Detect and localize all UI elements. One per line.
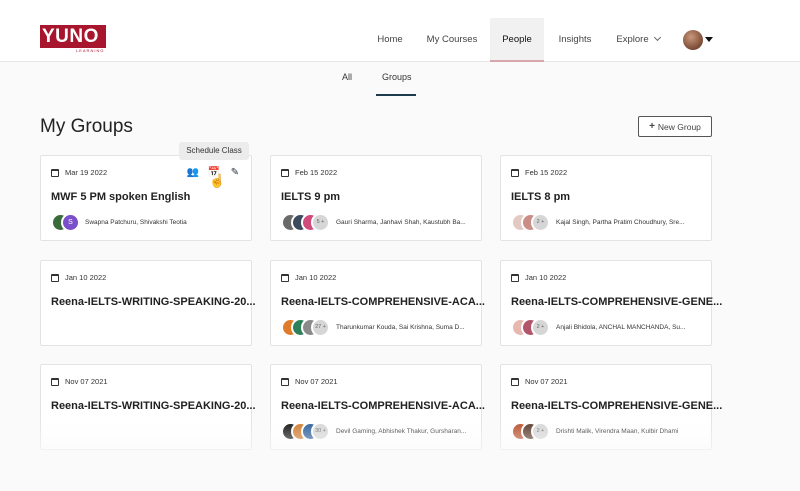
member-names: Kajal Singh, Partha Pratim Choudhury, Sr… bbox=[556, 218, 685, 226]
member-names: Anjali Bhidola, ANCHAL MANCHANDA, Su... bbox=[556, 323, 686, 331]
card-date: Mar 19 2022 bbox=[65, 168, 108, 177]
plus-icon: + bbox=[649, 121, 655, 132]
group-card[interactable]: Nov 07 2021 Reena-IELTS-WRITING-SPEAKING… bbox=[40, 364, 256, 450]
chevron-down-icon bbox=[653, 33, 661, 42]
calendar-icon bbox=[281, 168, 289, 177]
group-card[interactable]: Nov 07 2021 Reena-IELTS-COMPREHENSIVE-AC… bbox=[270, 364, 485, 450]
calendar-icon bbox=[511, 377, 519, 386]
page-title: My Groups bbox=[40, 116, 133, 137]
member-names: Swapna Patchuru, Shivakshi Teotia bbox=[85, 218, 187, 226]
member-names: Tharunkumar Kouda, Sai Krishna, Suma D..… bbox=[336, 323, 465, 331]
calendar-icon bbox=[281, 273, 289, 282]
card-members: 2 + Drishti Malik, Virendra Maan, Kulbir… bbox=[511, 421, 678, 441]
card-title: Reena-IELTS-COMPREHENSIVE-ACA... bbox=[281, 400, 485, 412]
schedule-class-tooltip: Schedule Class bbox=[179, 142, 249, 160]
logo-subtext: LEARNING bbox=[76, 48, 105, 53]
card-title: Reena-IELTS-WRITING-SPEAKING-20... bbox=[51, 400, 256, 412]
card-members: S Swapna Patchuru, Shivakshi Teotia bbox=[51, 212, 187, 232]
edit-icon[interactable]: ✎ bbox=[229, 166, 241, 178]
members-icon[interactable]: 👥 bbox=[187, 166, 199, 178]
more-members-badge: 2 + bbox=[531, 212, 550, 232]
calendar-icon bbox=[511, 168, 519, 177]
card-title: IELTS 8 pm bbox=[511, 191, 571, 203]
card-members: 5 + Gauri Sharma, Janhavi Shah, Kaustubh… bbox=[281, 212, 466, 232]
user-avatar[interactable] bbox=[683, 30, 703, 50]
group-card[interactable]: Nov 07 2021 Reena-IELTS-COMPREHENSIVE-GE… bbox=[500, 364, 722, 450]
card-title: Reena-IELTS-COMPREHENSIVE-ACA... bbox=[281, 296, 485, 308]
card-title: IELTS 9 pm bbox=[281, 191, 341, 203]
card-date: Feb 15 2022 bbox=[295, 168, 338, 177]
card-members: 30 + Devil Gaming, Abhishek Thakur, Gurs… bbox=[281, 421, 466, 441]
card-members: 27 + Tharunkumar Kouda, Sai Krishna, Sum… bbox=[281, 317, 465, 337]
card-date: Jan 10 2022 bbox=[525, 273, 567, 282]
card-members: 2 + Kajal Singh, Partha Pratim Choudhury… bbox=[511, 212, 685, 232]
calendar-icon bbox=[51, 377, 59, 386]
logo-text: YUNO bbox=[40, 25, 106, 48]
more-members-badge: 5 + bbox=[311, 212, 330, 232]
member-names: Drishti Malik, Virendra Maan, Kulbir Dha… bbox=[556, 427, 679, 435]
group-card[interactable]: Mar 19 2022 👥 📅 ✎ MWF 5 PM spoken Englis… bbox=[40, 155, 252, 241]
more-members-badge: 2 + bbox=[531, 317, 550, 337]
card-title: Reena-IELTS-COMPREHENSIVE-GENE... bbox=[511, 296, 723, 308]
card-date: Nov 07 2021 bbox=[65, 377, 108, 386]
active-tab-indicator bbox=[376, 94, 416, 96]
nav-explore[interactable]: Explore bbox=[610, 18, 666, 62]
card-date: Jan 10 2022 bbox=[295, 273, 337, 282]
group-card[interactable]: Jan 10 2022 Reena-IELTS-WRITING-SPEAKING… bbox=[40, 260, 256, 346]
calendar-icon bbox=[281, 377, 289, 386]
more-members-badge: 2 + bbox=[531, 421, 550, 441]
group-card[interactable]: Jan 10 2022 Reena-IELTS-COMPREHENSIVE-AC… bbox=[270, 260, 485, 346]
group-card[interactable]: Feb 15 2022 IELTS 8 pm 2 + Kajal Singh, … bbox=[500, 155, 712, 241]
caret-down-icon[interactable] bbox=[705, 37, 713, 42]
card-title: Reena-IELTS-COMPREHENSIVE-GENE... bbox=[511, 400, 723, 412]
more-members-badge: 30 + bbox=[311, 421, 330, 441]
more-members-badge: 27 + bbox=[311, 317, 330, 337]
subtab-groups[interactable]: Groups bbox=[382, 72, 412, 82]
nav-home[interactable]: Home bbox=[368, 18, 412, 62]
card-date: Nov 07 2021 bbox=[525, 377, 568, 386]
card-date: Nov 07 2021 bbox=[295, 377, 338, 386]
member-names: Gauri Sharma, Janhavi Shah, Kaustubh Ba.… bbox=[336, 218, 466, 226]
card-title: Reena-IELTS-WRITING-SPEAKING-20... bbox=[51, 296, 256, 308]
card-date: Feb 15 2022 bbox=[525, 168, 568, 177]
subtab-all[interactable]: All bbox=[342, 72, 352, 82]
card-title: MWF 5 PM spoken English bbox=[51, 191, 191, 203]
card-members: 2 + Anjali Bhidola, ANCHAL MANCHANDA, Su… bbox=[511, 317, 685, 337]
nav-insights[interactable]: Insights bbox=[552, 18, 598, 62]
yuno-logo[interactable]: YUNO LEARNING bbox=[40, 25, 106, 53]
member-avatar: S bbox=[61, 212, 80, 232]
new-group-button[interactable]: + New Group bbox=[638, 116, 712, 137]
nav-my-courses[interactable]: My Courses bbox=[422, 18, 482, 62]
calendar-icon bbox=[51, 273, 59, 282]
calendar-icon bbox=[51, 168, 59, 177]
nav-explore-label: Explore bbox=[616, 34, 649, 45]
nav-people[interactable]: People bbox=[490, 18, 544, 62]
card-date: Jan 10 2022 bbox=[65, 273, 107, 282]
calendar-icon bbox=[511, 273, 519, 282]
member-names: Devil Gaming, Abhishek Thakur, Gursharan… bbox=[336, 427, 467, 435]
new-group-label: New Group bbox=[657, 121, 701, 132]
group-card[interactable]: Jan 10 2022 Reena-IELTS-COMPREHENSIVE-GE… bbox=[500, 260, 722, 346]
group-card[interactable]: Feb 15 2022 IELTS 9 pm 5 + Gauri Sharma,… bbox=[270, 155, 482, 241]
hand-cursor-icon: ☝ bbox=[209, 173, 226, 188]
